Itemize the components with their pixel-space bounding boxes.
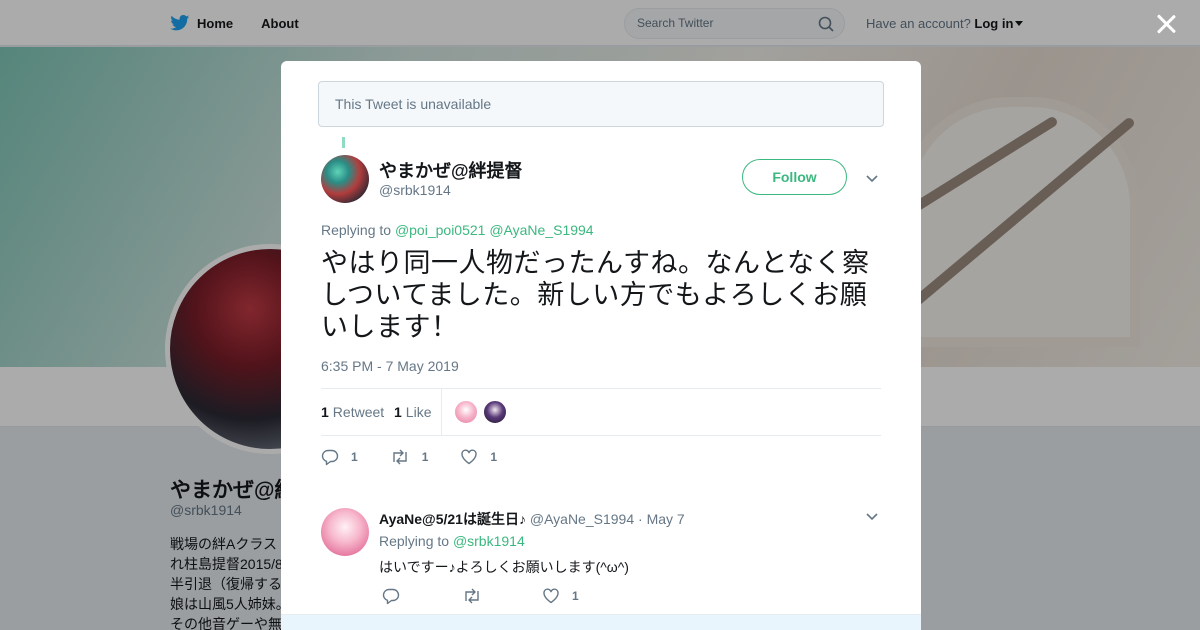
mention-link[interactable]: @srbk1914 bbox=[453, 533, 525, 549]
author-handle[interactable]: @srbk1914 bbox=[379, 182, 451, 198]
retweet-icon bbox=[465, 588, 479, 604]
liker-avatar[interactable] bbox=[483, 400, 507, 424]
reply-replying-prefix: Replying to bbox=[379, 533, 450, 549]
reply-date[interactable]: May 7 bbox=[647, 511, 685, 527]
like-stat-count: 1 bbox=[394, 404, 402, 420]
stats-divider bbox=[441, 389, 442, 435]
reply-action[interactable] bbox=[382, 587, 462, 605]
reply-replying-to: Replying to @srbk1914 bbox=[379, 533, 525, 549]
reply-text: はいですー♪よろしくお願いします(^ω^) bbox=[379, 559, 629, 575]
like-stat[interactable]: 1 Like bbox=[394, 404, 431, 420]
like-count: 1 bbox=[490, 450, 498, 464]
heart-icon bbox=[461, 449, 478, 465]
retweet-stat-label: Retweet bbox=[332, 404, 385, 420]
tweet-actions: 1 1 1 bbox=[321, 447, 529, 467]
reply-separator: · bbox=[638, 511, 643, 527]
retweet-icon bbox=[392, 449, 407, 465]
reply-author-handle[interactable]: @AyaNe_S1994 bbox=[530, 511, 634, 527]
chevron-down-icon[interactable] bbox=[866, 510, 878, 522]
reply-count: 1 bbox=[351, 450, 358, 464]
thread-connector bbox=[342, 137, 345, 148]
chevron-down-icon[interactable] bbox=[866, 172, 878, 184]
replying-prefix: Replying to bbox=[321, 222, 392, 238]
reply-author-avatar[interactable] bbox=[321, 508, 369, 556]
like-stat-label: Like bbox=[405, 404, 432, 420]
reply-actions: 1 bbox=[382, 587, 579, 605]
reply-header: AyaNe@5/21は誕生日♪ @AyaNe_S1994 · May 7 bbox=[379, 509, 685, 529]
like-action[interactable]: 1 bbox=[542, 587, 579, 605]
close-icon[interactable] bbox=[1155, 13, 1177, 35]
liker-avatar[interactable] bbox=[454, 400, 478, 424]
mention-link[interactable]: @AyaNe_S1994 bbox=[489, 222, 593, 238]
replying-to: Replying to @poi_poi0521 @AyaNe_S1994 bbox=[321, 222, 594, 238]
reply-icon bbox=[382, 588, 400, 605]
reply-like-count: 1 bbox=[572, 589, 579, 603]
reply-icon bbox=[321, 449, 339, 466]
retweet-count: 1 bbox=[421, 450, 429, 464]
tweet-timestamp[interactable]: 6:35 PM - 7 May 2019 bbox=[321, 358, 459, 374]
reply-composer-strip[interactable] bbox=[281, 614, 921, 630]
follow-button[interactable]: Follow bbox=[742, 159, 847, 195]
heart-icon bbox=[543, 588, 559, 604]
tweet-stats: 1 Retweet 1 Like bbox=[321, 388, 881, 436]
retweet-action[interactable] bbox=[462, 587, 542, 605]
reply-tweet[interactable]: AyaNe@5/21は誕生日♪ @AyaNe_S1994 · May 7 Rep… bbox=[281, 491, 921, 616]
author-name[interactable]: やまかぜ@絆提督 bbox=[379, 157, 523, 183]
unavailable-notice: This Tweet is unavailable bbox=[318, 81, 884, 127]
retweet-stat-count: 1 bbox=[321, 404, 329, 420]
tweet-modal: This Tweet is unavailable やまかぜ@絆提督 @srbk… bbox=[281, 61, 921, 630]
reply-action[interactable]: 1 bbox=[321, 448, 358, 466]
author-avatar[interactable] bbox=[321, 155, 369, 203]
mention-link[interactable]: @poi_poi0521 bbox=[395, 222, 486, 238]
reply-author-name[interactable]: AyaNe@5/21は誕生日♪ bbox=[379, 511, 526, 527]
retweet-stat[interactable]: 1 Retweet bbox=[321, 404, 384, 420]
tweet-text: やはり同一人物だったんすね。なんとなく察しついてました。新しい方でもよろしくお願… bbox=[321, 248, 870, 342]
like-action[interactable]: 1 bbox=[460, 448, 497, 466]
retweet-action[interactable]: 1 bbox=[390, 448, 429, 466]
